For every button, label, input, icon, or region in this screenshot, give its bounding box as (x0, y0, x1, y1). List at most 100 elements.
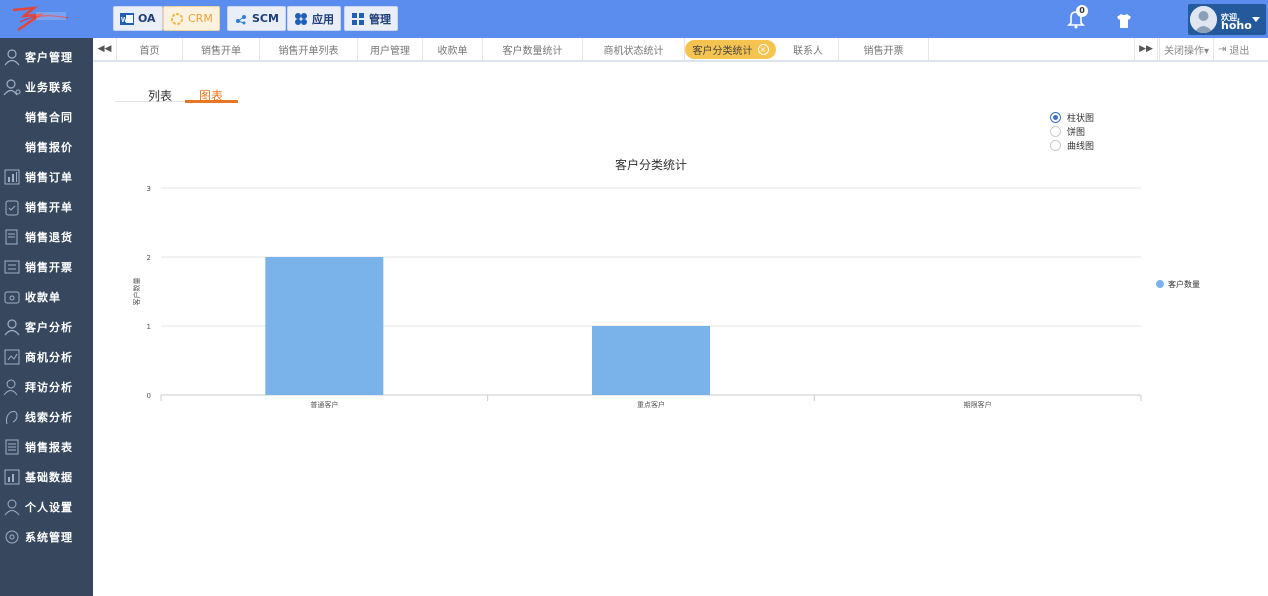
sidebar-item-5[interactable]: 销售开单 (0, 192, 93, 222)
invoice-list-icon (4, 260, 20, 274)
sidebar-item-label: 销售开单 (25, 201, 73, 214)
y-tick-label: 3 (147, 185, 151, 193)
tab-label: 客户分类统计 (692, 46, 753, 57)
sidebar-item-0[interactable]: 客户管理 (0, 42, 93, 72)
sidebar-item-label: 销售开票 (25, 261, 73, 274)
tab-5[interactable]: 客户数量统计 (483, 38, 583, 60)
tab-7[interactable]: 客户分类统计 × (685, 40, 776, 59)
clue-icon (6, 411, 18, 425)
cash-icon (4, 291, 20, 304)
sidebar-item-13[interactable]: 销售报表 (0, 432, 93, 462)
close-operations-menu[interactable]: 关闭操作▾ (1159, 38, 1213, 60)
user-menu[interactable]: 欢迎, hoho (1188, 4, 1266, 35)
theme-shirt-icon[interactable] (1116, 14, 1132, 28)
y-tick-label: 0 (147, 392, 151, 400)
return-doc-icon (5, 229, 18, 245)
module-oa-label: OA (138, 12, 156, 25)
sidebar-item-11[interactable]: 拜访分析 (0, 372, 93, 402)
sidebar-item-label: 销售订单 (25, 171, 73, 184)
user-analysis-icon (4, 319, 20, 336)
tab-3[interactable]: 用户管理 (358, 38, 423, 60)
sidebar-item-label: 客户管理 (25, 51, 73, 64)
module-oa-button[interactable]: W OA (113, 6, 163, 31)
sidebar-item-1[interactable]: 业务联系 (0, 72, 93, 102)
module-crm-label: CRM (188, 12, 213, 25)
tabs-scroll-right-button[interactable]: ▶▶ (1134, 38, 1158, 60)
user-icon (4, 49, 20, 66)
tab-6[interactable]: 商机状态统计 (583, 38, 685, 60)
legend-marker (1156, 280, 1164, 288)
sidebar-item-4[interactable]: 销售订单 (0, 162, 93, 192)
module-scm-label: SCM (252, 12, 279, 25)
sidebar-item-label: 销售报价 (25, 141, 73, 154)
sidebar-item-label: 商机分析 (25, 351, 73, 364)
module-manage-button[interactable]: 管理 (344, 6, 398, 31)
bar (265, 257, 384, 395)
module-scm-button[interactable]: SCM (227, 6, 286, 31)
sidebar-item-label: 基础数据 (25, 471, 73, 484)
main-content: 列表 图表 柱状图 饼图 曲线图 客户分类统计 0 1 2 3 客户数量 普通客户 重点客户 期限客… (93, 62, 1268, 596)
module-crm-button[interactable]: CRM (163, 6, 220, 31)
user-contact-icon (3, 79, 21, 96)
close-icon[interactable]: × (757, 44, 769, 55)
x-tick-label: 期限客户 (964, 400, 992, 409)
sidebar-item-8[interactable]: 收款单 (0, 282, 93, 312)
sidebar-item-15[interactable]: 个人设置 (0, 492, 93, 522)
sidebar-item-label: 销售报表 (25, 441, 73, 454)
sidebar-item-9[interactable]: 客户分析 (0, 312, 93, 342)
sidebar-item-3[interactable]: 销售报价 (0, 132, 93, 162)
sidebar-item-16[interactable]: 系统管理 (0, 522, 93, 552)
tab-2[interactable]: 销售开单列表 (260, 38, 358, 60)
logout-button[interactable]: ⇥ 退出 (1213, 38, 1253, 60)
bar-chart-icon (4, 169, 20, 185)
avatar (1190, 6, 1217, 33)
visit-icon (3, 379, 18, 396)
logout-icon: ⇥ (1218, 43, 1227, 55)
sidebar-item-label: 销售合同 (25, 111, 73, 124)
manage-grid-icon (352, 12, 364, 25)
svg-text:W: W (121, 17, 128, 24)
tab-1[interactable]: 销售开单 (183, 38, 260, 60)
sidebar-item-6[interactable]: 销售退货 (0, 222, 93, 252)
chevron-down-icon (1252, 17, 1260, 22)
x-tick-label: 重点客户 (637, 400, 665, 409)
y-tick-label: 1 (147, 323, 151, 331)
word-doc-icon: W (120, 12, 134, 25)
logout-label: 退出 (1229, 45, 1250, 57)
bar (592, 326, 710, 395)
sidebar-item-2[interactable]: 销售合同 (0, 102, 93, 132)
x-tick-label: 普通客户 (310, 400, 338, 409)
close-operations-label: 关闭操作▾ (1164, 45, 1210, 57)
sidebar-item-10[interactable]: 商机分析 (0, 342, 93, 372)
y-axis-label: 客户数量 (132, 278, 141, 306)
tab-label: 客户数量统计 (502, 45, 563, 57)
tab-label: 销售开单 (201, 45, 241, 57)
sidebar-item-12[interactable]: 线索分析 (0, 402, 93, 432)
sidebar-item-label: 销售退货 (25, 231, 73, 244)
module-manage-label: 管理 (369, 12, 391, 26)
company-logo[interactable] (10, 4, 72, 34)
sidebar-item-7[interactable]: 销售开票 (0, 252, 93, 282)
crm-ring-icon (171, 12, 183, 25)
tab-label: 销售开单列表 (278, 45, 339, 57)
legend-label: 客户数量 (1168, 279, 1200, 289)
tab-4[interactable]: 收款单 (423, 38, 483, 60)
tab-label: 联系人 (793, 45, 823, 57)
tabs-scroll-left-button[interactable]: ◀◀ (93, 38, 117, 60)
notification-count-badge: 0 (1076, 5, 1088, 17)
sidebar-item-label: 客户分析 (25, 321, 73, 334)
module-apps-button[interactable]: 应用 (287, 6, 341, 31)
sidebar: 客户管理业务联系销售合同销售报价销售订单销售开单销售退货销售开票收款单客户分析商… (0, 38, 93, 596)
y-tick-label: 2 (147, 254, 151, 262)
tab-0[interactable]: 首页 (117, 38, 183, 60)
tab-label: 商机状态统计 (603, 45, 664, 57)
chart-title: 客户分类统计 (615, 157, 687, 172)
tab-9[interactable]: 销售开票 (839, 38, 929, 60)
person-icon (4, 499, 20, 516)
sidebar-item-label: 系统管理 (25, 531, 73, 544)
tab-label: 销售开票 (863, 45, 904, 57)
tab-8[interactable]: 联系人 (778, 38, 839, 60)
apps-grid-icon (295, 12, 307, 25)
data-icon (4, 469, 20, 485)
sidebar-item-14[interactable]: 基础数据 (0, 462, 93, 492)
